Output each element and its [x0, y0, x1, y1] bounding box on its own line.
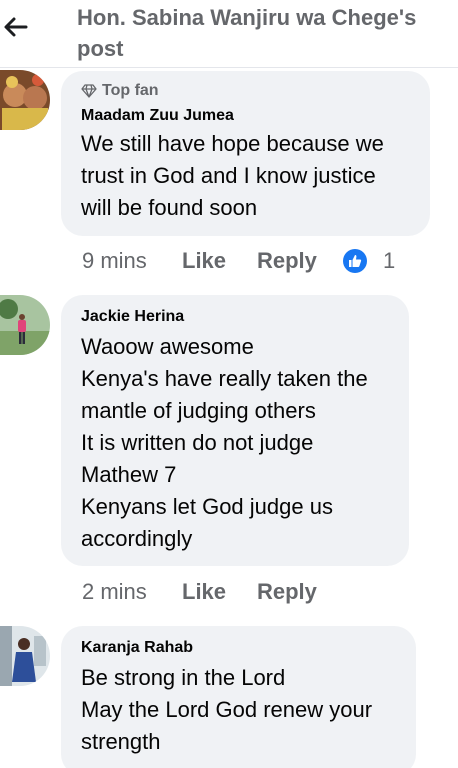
avatar-image: [0, 70, 50, 130]
comment-author[interactable]: Jackie Herina: [81, 307, 389, 327]
comment-time[interactable]: 9 mins: [82, 248, 182, 274]
comment-actions: 9 mins Like Reply 1: [82, 246, 395, 276]
comment-text: We still have hope because we trust in G…: [81, 131, 384, 220]
page-title: Hon. Sabina Wanjiru wa Chege's post: [77, 5, 417, 61]
comment-bubble[interactable]: Jackie Herina Waoow awesome Kenya's have…: [61, 295, 409, 566]
reaction-count[interactable]: 1: [383, 248, 395, 274]
avatar[interactable]: [0, 295, 50, 355]
thumbs-up-icon[interactable]: [343, 249, 367, 273]
comment-time[interactable]: 2 mins: [82, 579, 182, 605]
like-button[interactable]: Like: [182, 248, 257, 274]
top-fan-badge: Top fan: [81, 81, 410, 101]
avatar-image: [0, 626, 50, 686]
like-button[interactable]: Like: [182, 579, 257, 605]
comment-text: Be strong in the Lord May the Lord God r…: [81, 665, 373, 754]
comment-author[interactable]: Karanja Rahab: [81, 638, 396, 658]
avatar-image: [0, 295, 50, 355]
comment-author[interactable]: Maadam Zuu Jumea: [81, 106, 410, 126]
diamond-icon: [81, 84, 97, 98]
avatar[interactable]: [0, 70, 50, 130]
back-button[interactable]: [0, 10, 30, 44]
arrow-left-icon: [4, 17, 28, 37]
avatar[interactable]: [0, 626, 50, 686]
reply-button[interactable]: Reply: [257, 579, 343, 605]
comment-text: Waoow awesome Kenya's have really taken …: [81, 334, 368, 551]
top-fan-label: Top fan: [102, 82, 159, 99]
post-header: Hon. Sabina Wanjiru wa Chege's post: [0, 0, 458, 68]
comment-bubble[interactable]: Karanja Rahab Be strong in the Lord May …: [61, 626, 416, 768]
reply-button[interactable]: Reply: [257, 248, 343, 274]
comment-bubble[interactable]: Top fan Maadam Zuu Jumea We still have h…: [61, 71, 430, 236]
comment-actions: 2 mins Like Reply: [82, 577, 343, 607]
